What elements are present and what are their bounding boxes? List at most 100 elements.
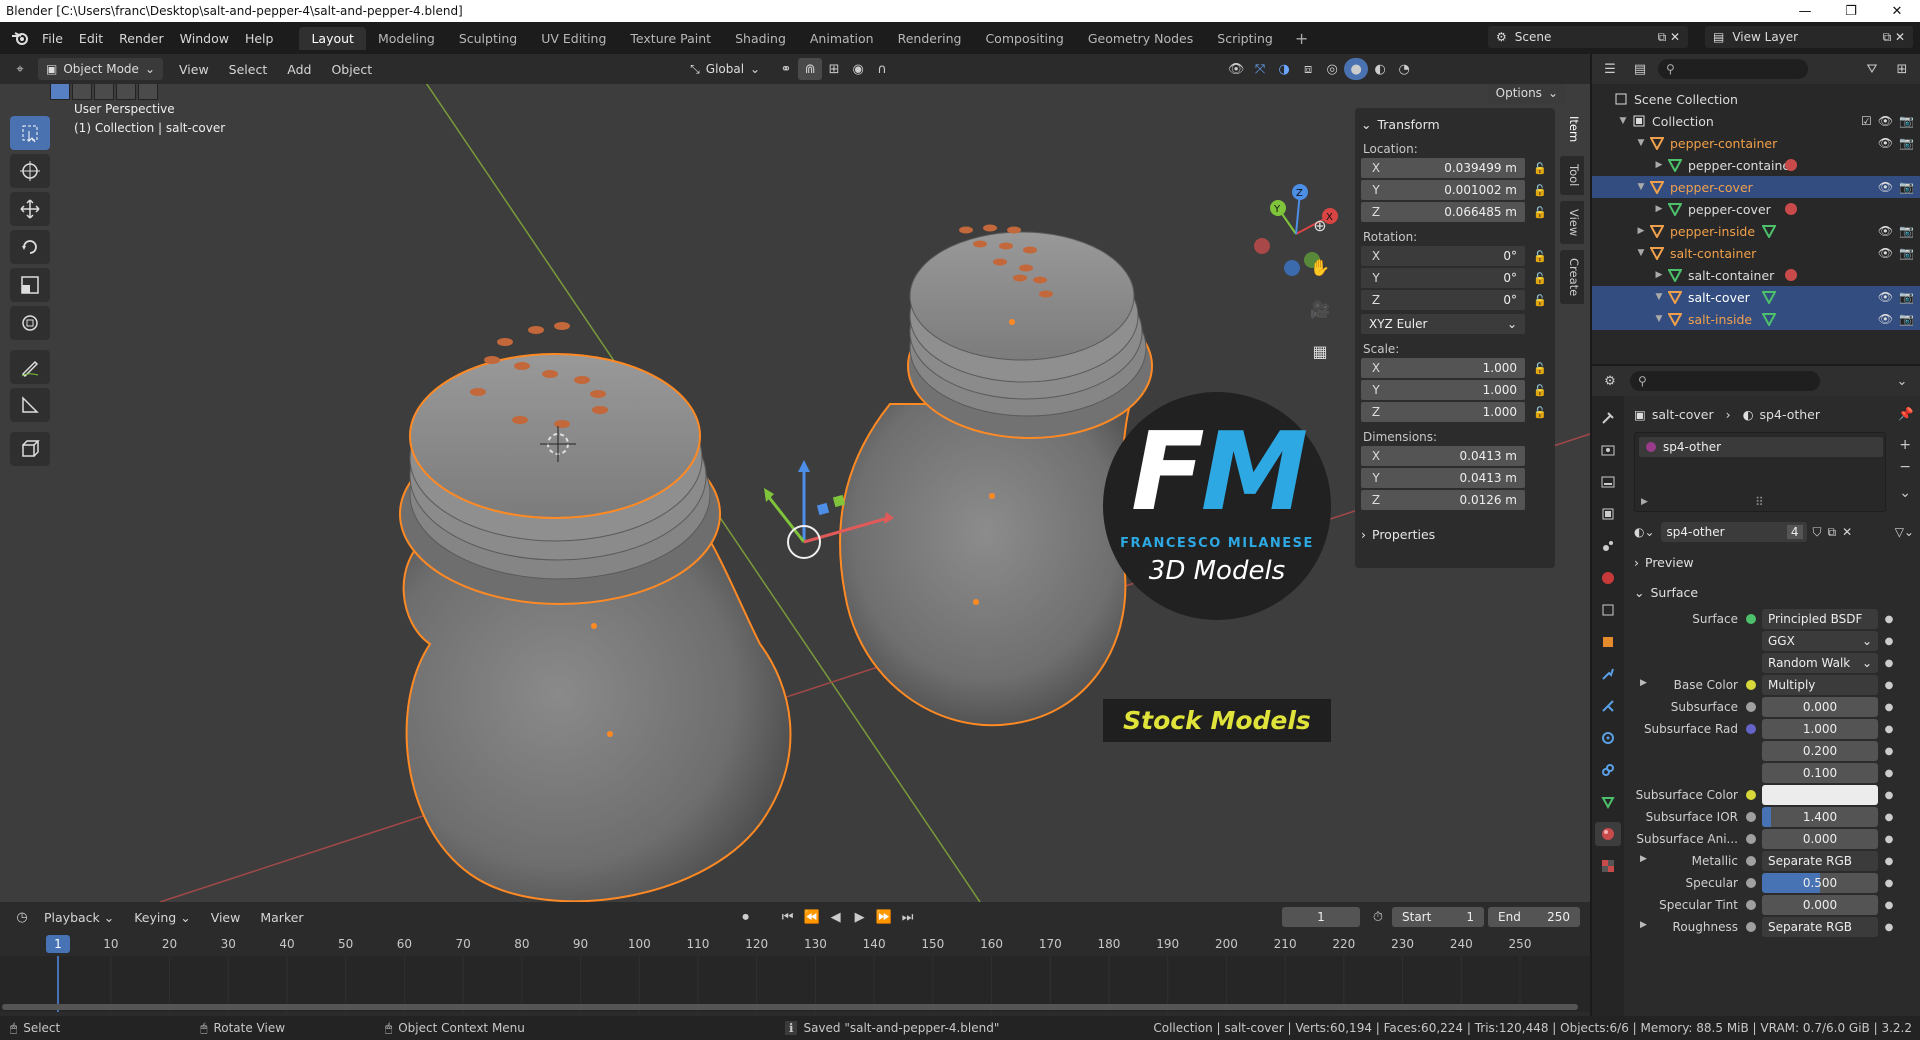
menu-marker[interactable]: Marker (250, 910, 313, 925)
rotation-y-field[interactable]: Y 0° (1361, 268, 1525, 288)
tab-view[interactable]: View (1560, 200, 1584, 244)
camera-icon[interactable]: 📷 (1899, 224, 1914, 238)
menu-playback[interactable]: Playback ⌄ (34, 910, 124, 925)
jump-keyframe-forward-icon[interactable]: ⏩ (872, 906, 896, 928)
chevron-right-icon[interactable]: ▶ (1652, 270, 1666, 280)
pivot-icon[interactable]: ⚭ (774, 58, 798, 80)
keyframe-dot-icon[interactable]: ● (1882, 900, 1896, 911)
camera-icon[interactable]: 📷 (1899, 136, 1914, 150)
socket-icon[interactable] (1746, 922, 1756, 932)
camera-icon[interactable]: 📷 (1899, 312, 1914, 326)
keyframe-dot-icon[interactable]: ● (1882, 790, 1896, 801)
lock-icon[interactable]: 🔓 (1531, 362, 1549, 375)
select-box-tool[interactable] (10, 116, 50, 150)
record-icon[interactable]: ⏺ (734, 906, 758, 928)
chevron-down-icon[interactable]: ⌄ (1890, 370, 1914, 392)
link-dropdown-icon[interactable]: ▽⌄ (1895, 525, 1914, 539)
material-slot-item[interactable]: sp4-other (1639, 437, 1883, 457)
keyframe-dot-icon[interactable]: ● (1882, 834, 1896, 845)
socket-icon[interactable] (1746, 746, 1756, 756)
tab-layout[interactable]: Layout (299, 26, 366, 50)
eye-icon[interactable]: 👁 (1878, 290, 1893, 304)
expand-arrow-icon[interactable]: ▶ (1640, 854, 1647, 864)
node-link-field[interactable]: Separate RGB (1762, 851, 1878, 871)
socket-icon[interactable] (1746, 702, 1756, 712)
rotation-x-field[interactable]: X 0° (1361, 246, 1525, 266)
numeric-field[interactable]: 0.100 (1762, 763, 1878, 783)
socket-icon[interactable] (1746, 658, 1756, 668)
keyframe-dot-icon[interactable]: ● (1882, 856, 1896, 867)
measure-tool[interactable] (10, 388, 50, 422)
property-dropdown[interactable]: Random Walk ⌄ (1762, 653, 1878, 673)
menu-window[interactable]: Window (172, 31, 237, 46)
tab-geometry-nodes[interactable]: Geometry Nodes (1076, 27, 1205, 50)
viewport-scene[interactable]: X Y Z (0, 84, 1590, 902)
keyframe-dot-icon[interactable]: ● (1882, 702, 1896, 713)
menu-timeline-view[interactable]: View (201, 910, 251, 925)
remove-slot-icon[interactable]: − (1899, 459, 1911, 475)
maximize-icon[interactable]: ❐ (1828, 0, 1874, 22)
eye-icon[interactable]: 👁 (1878, 246, 1893, 260)
zoom-icon[interactable]: ⊕ (1305, 210, 1335, 240)
properties-search-input[interactable]: ⚲ (1630, 371, 1820, 391)
socket-icon[interactable] (1746, 834, 1756, 844)
unlink-material-icon[interactable]: ✕ (1842, 525, 1852, 539)
node-link-field[interactable]: Multiply (1762, 675, 1878, 695)
eye-icon[interactable]: 👁 (1878, 224, 1893, 238)
orientation-dropdown[interactable]: ⤡ Global ⌄ (682, 58, 769, 80)
keyframe-dot-icon[interactable]: ● (1882, 922, 1896, 933)
material-tab-icon[interactable] (1595, 822, 1621, 846)
pan-hand-icon[interactable]: ✋ (1305, 252, 1335, 282)
scale-y-field[interactable]: Y 1.000 (1361, 380, 1525, 400)
socket-icon[interactable] (1746, 812, 1756, 822)
socket-icon[interactable] (1746, 636, 1756, 646)
duplicate-material-icon[interactable]: ⧉ (1828, 525, 1837, 540)
eye-icon[interactable]: 👁 (1878, 180, 1893, 194)
salt-cover-top[interactable] (409, 353, 701, 519)
menu-file[interactable]: File (34, 31, 71, 46)
pin-icon[interactable]: 📌 (1898, 406, 1914, 422)
play-icon[interactable]: ▶ (848, 906, 872, 928)
play-reverse-icon[interactable]: ◀ (824, 906, 848, 928)
tab-tool[interactable]: Tool (1560, 156, 1584, 195)
keyframe-dot-icon[interactable]: ● (1882, 658, 1896, 669)
particles-tab-icon[interactable] (1595, 694, 1621, 718)
chevron-down-icon[interactable]: ▼ (1616, 116, 1630, 126)
outliner-editor-icon[interactable]: ☰ (1598, 58, 1622, 80)
options-dropdown[interactable]: Options ⌄ (1487, 84, 1566, 104)
mesh-data-icon[interactable] (1762, 224, 1776, 238)
new-collection-icon[interactable]: ⊞ (1890, 58, 1914, 80)
camera-icon[interactable]: 📷 (1899, 180, 1914, 194)
pepper-cover-top[interactable] (909, 231, 1135, 361)
material-browse-icon[interactable]: ◐⌄ (1634, 525, 1655, 539)
render-tab-icon[interactable] (1595, 438, 1621, 462)
menu-select[interactable]: Select (219, 62, 278, 77)
lock-icon[interactable]: 🔓 (1531, 206, 1549, 219)
color-swatch-field[interactable] (1762, 785, 1878, 805)
lock-icon[interactable]: 🔓 (1531, 294, 1549, 307)
falloff-icon[interactable]: ∩ (870, 58, 894, 80)
3d-viewport[interactable]: X Y Z User Perspective (1) Collection | … (0, 84, 1590, 902)
socket-icon[interactable] (1746, 878, 1756, 888)
numeric-field[interactable]: 0.000 (1762, 697, 1878, 717)
mesh-data-icon[interactable] (1762, 312, 1776, 326)
chevron-down-icon[interactable]: ▼ (1634, 138, 1648, 148)
rotation-mode-dropdown[interactable]: XYZ Euler ⌄ (1361, 314, 1525, 334)
salt-shaker[interactable] (399, 322, 792, 902)
socket-icon[interactable] (1746, 900, 1756, 910)
socket-icon[interactable] (1746, 790, 1756, 800)
camera-icon[interactable]: 📷 (1899, 246, 1914, 260)
end-frame-field[interactable]: End 250 (1488, 907, 1580, 927)
solid-shading-icon[interactable]: ● (1344, 58, 1369, 80)
rotation-z-field[interactable]: Z 0° (1361, 290, 1525, 310)
add-cube-tool[interactable] (10, 432, 50, 466)
numeric-field[interactable]: 0.500 (1762, 873, 1878, 893)
timeline-track-area[interactable] (0, 956, 1590, 1012)
lock-icon[interactable]: 🔓 (1531, 250, 1549, 263)
checkbox-icon[interactable]: ☑ (1861, 114, 1872, 128)
outliner-row[interactable]: Scene Collection (1592, 88, 1920, 110)
socket-icon[interactable] (1746, 724, 1756, 734)
keyframe-dot-icon[interactable]: ● (1882, 724, 1896, 735)
visibility-icon[interactable]: 👁 (1224, 58, 1248, 80)
outliner-row[interactable]: ▶ pepper-cover (1592, 198, 1920, 220)
